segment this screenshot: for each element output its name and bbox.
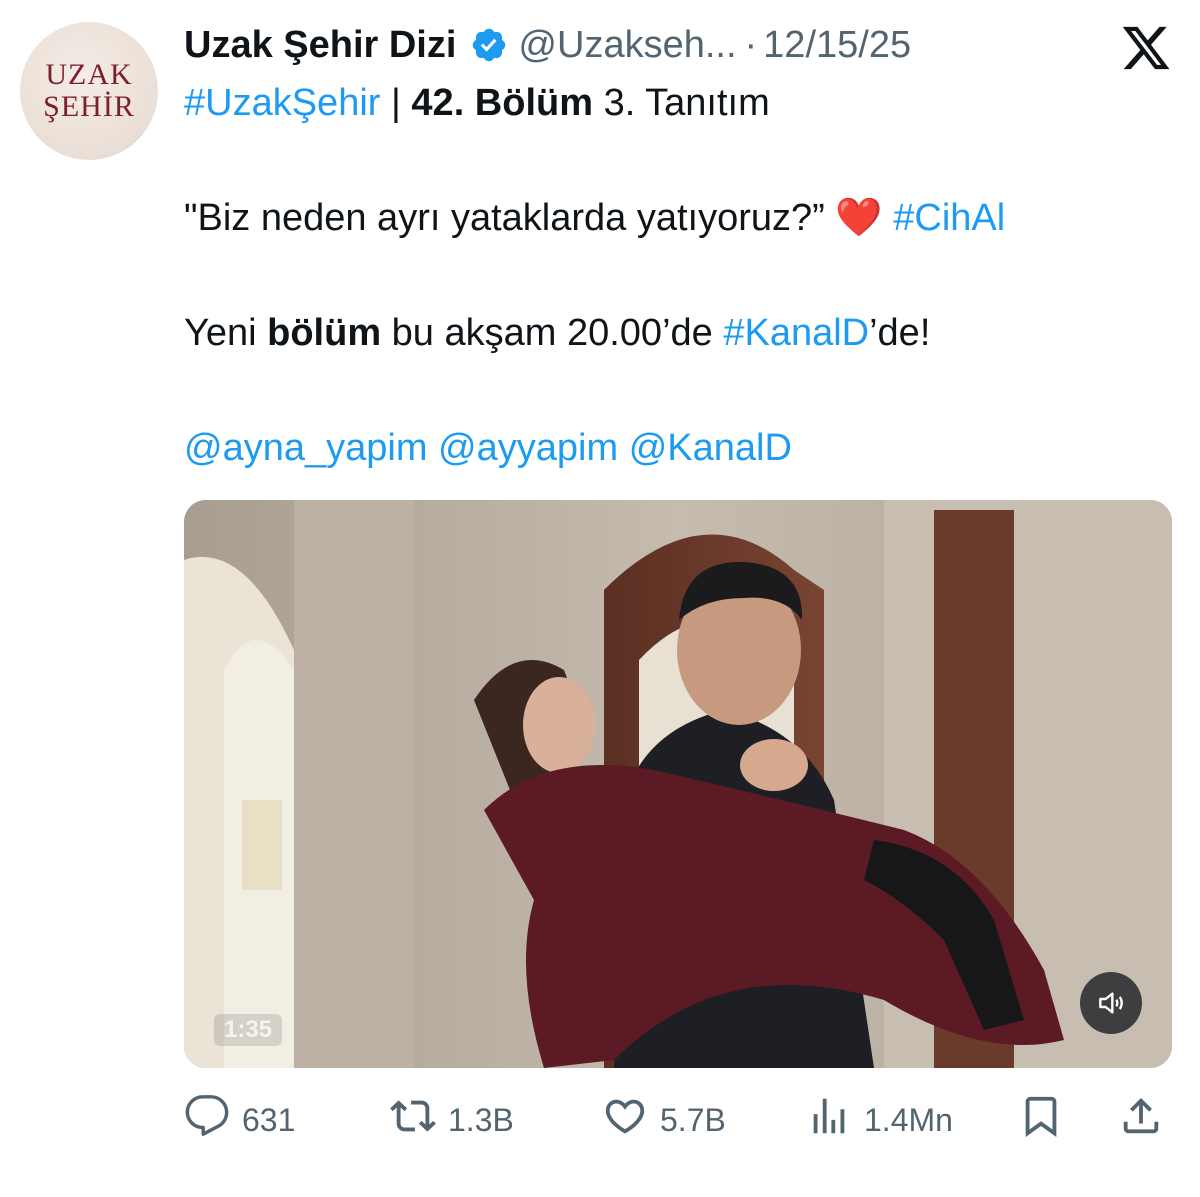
quote-text: "Biz neden ayrı yataklarda yatıyoruz?” [184, 197, 825, 239]
heart-emoji: ❤️ [835, 197, 883, 239]
reply-button[interactable]: 631 [184, 1090, 295, 1150]
video-player[interactable]: 1:35 [184, 500, 1172, 1068]
views-button[interactable]: 1.4Mn [806, 1090, 953, 1150]
tweet-line-4: @ayna_yapim @ayyapim @KanalD [184, 425, 792, 471]
video-timestamp: 1:35 [214, 1014, 283, 1046]
episode-number: 42. Bölüm [411, 82, 594, 124]
tweet-header: Uzak Şehir Dizi @Uzakseh... · 12/15/25 [184, 20, 911, 70]
bookmark-icon [1018, 1093, 1076, 1147]
bookmark-button[interactable] [1018, 1090, 1076, 1150]
volume-button[interactable] [1080, 972, 1142, 1034]
avatar-logo-line1: UZAK [45, 58, 133, 91]
author-handle[interactable]: @Uzakseh... [518, 24, 736, 67]
header-separator: · [744, 23, 758, 66]
mention-ayyapim[interactable]: @ayyapim [438, 427, 618, 469]
like-count: 5.7B [660, 1101, 726, 1138]
like-icon [602, 1093, 660, 1147]
avatar[interactable]: UZAK ŞEHİR [20, 22, 158, 160]
like-button[interactable]: 5.7B [602, 1090, 726, 1150]
share-icon [1118, 1093, 1176, 1147]
verified-badge-icon [470, 26, 508, 64]
line1-separator: | [380, 82, 412, 124]
volume-icon [1095, 987, 1127, 1019]
hashtag-cihal[interactable]: #CihAl [893, 197, 1005, 239]
line3-text-1: Yeni [184, 312, 268, 354]
views-count: 1.4Mn [864, 1101, 953, 1138]
action-bar: 631 1.3B 5.7B 1.4Mn [184, 1090, 1172, 1150]
tweet-date[interactable]: 12/15/25 [763, 24, 911, 67]
tweet-line-1: #UzakŞehir | 42. Bölüm 3. Tanıtım [184, 80, 770, 126]
x-logo-icon [1120, 22, 1172, 74]
repost-count: 1.3B [448, 1101, 514, 1138]
repost-button[interactable]: 1.3B [390, 1090, 514, 1150]
promo-label: 3. Tanıtım [593, 82, 770, 124]
tweet-line-3: Yeni bölüm bu akşam 20.00’de #KanalD’de! [184, 310, 930, 356]
hashtag-uzaksehir[interactable]: #UzakŞehir [184, 82, 380, 124]
line3-text-2: bu akşam 20.00’de [381, 312, 724, 354]
video-frame [184, 500, 1172, 1068]
tweet-line-2: "Biz neden ayrı yataklarda yatıyoruz?” ❤… [184, 195, 1005, 241]
mention-kanald[interactable]: @KanalD [629, 427, 792, 469]
avatar-logo-line2: ŞEHİR [43, 90, 135, 123]
hashtag-kanald[interactable]: #KanalD [723, 312, 869, 354]
mention-ayna-yapim[interactable]: @ayna_yapim [184, 427, 427, 469]
views-icon [806, 1093, 864, 1147]
display-name[interactable]: Uzak Şehir Dizi [184, 24, 456, 67]
line3-text-3: ’de! [869, 312, 931, 354]
repost-icon [390, 1093, 448, 1147]
reply-icon [184, 1093, 242, 1147]
share-button[interactable] [1118, 1090, 1176, 1150]
line3-bold: bölüm [267, 312, 382, 354]
reply-count: 631 [242, 1101, 296, 1138]
